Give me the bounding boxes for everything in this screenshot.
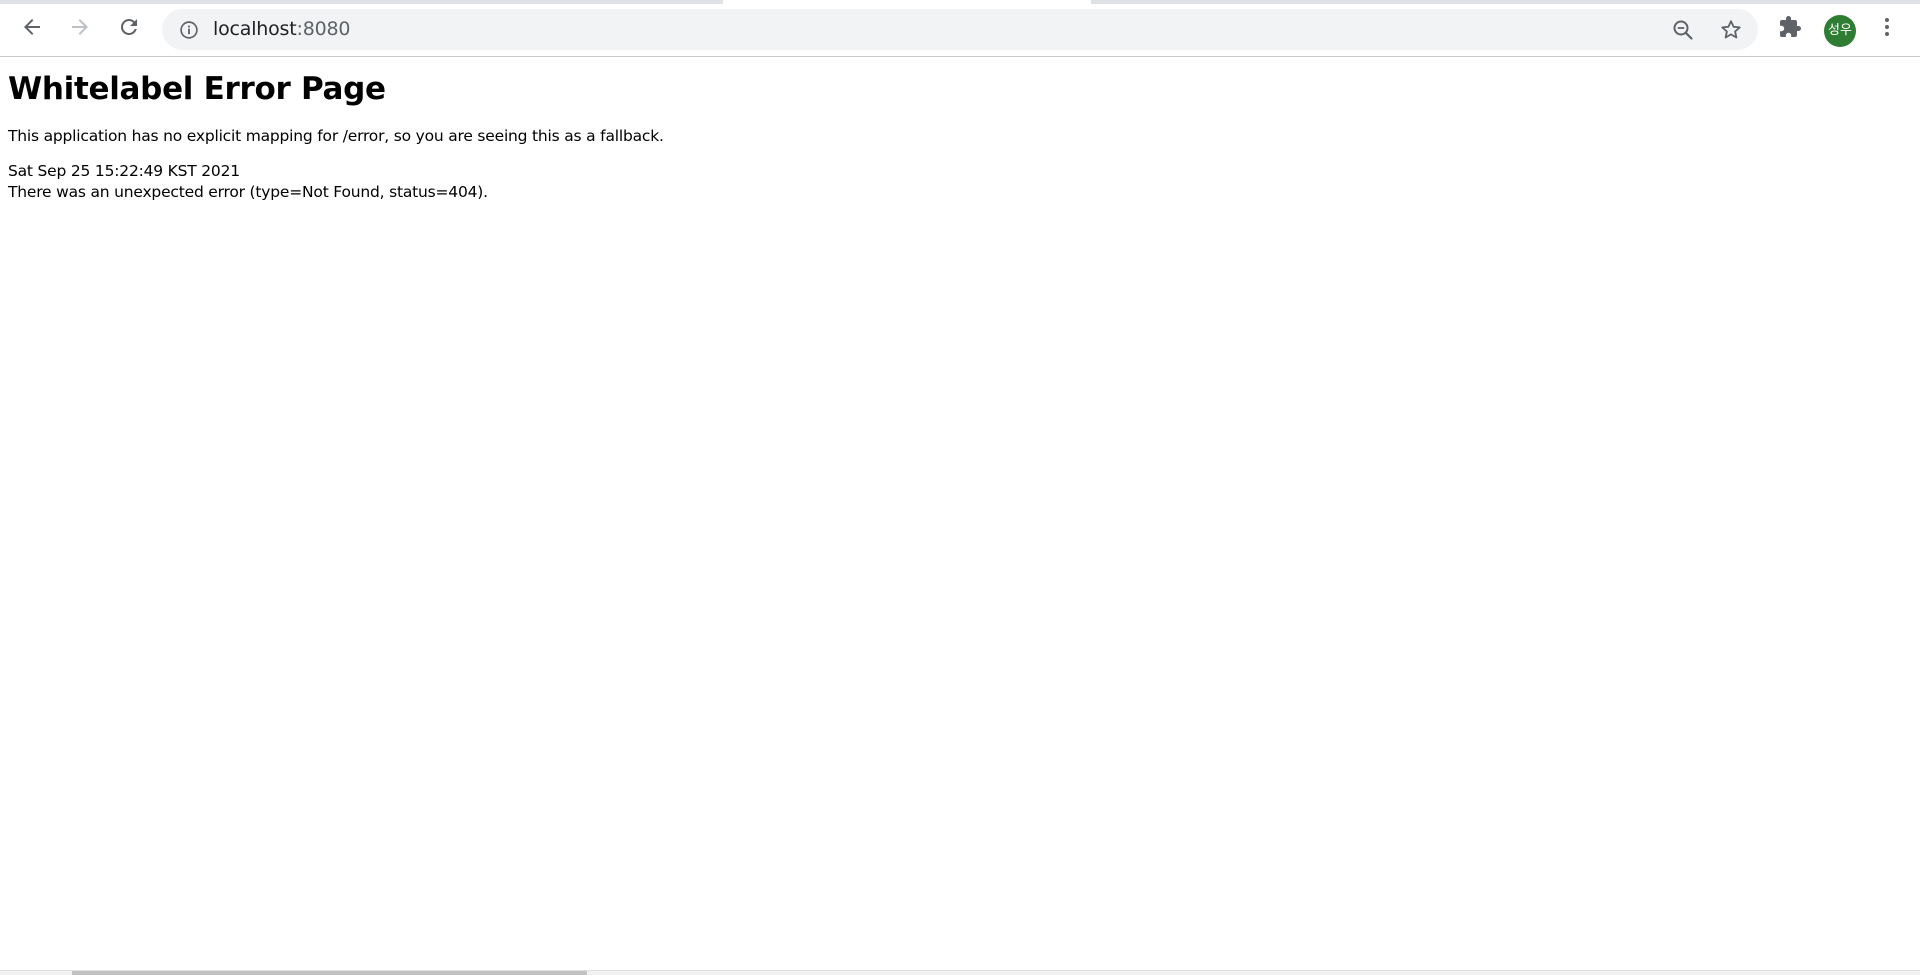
three-dots-vertical-icon — [1885, 18, 1889, 36]
error-status-message: There was an unexpected error (type=Not … — [8, 183, 488, 201]
extensions-button[interactable] — [1772, 9, 1808, 45]
reload-button[interactable] — [111, 9, 147, 45]
error-details: Sat Sep 25 15:22:49 KST 2021 There was a… — [8, 161, 1912, 203]
forward-button[interactable] — [62, 9, 98, 45]
browser-toolbar: localhost:8080 성우 — [0, 4, 1920, 57]
arrow-right-icon — [72, 19, 88, 35]
horizontal-scrollbar[interactable] — [0, 970, 1920, 975]
info-circle-icon[interactable] — [178, 19, 200, 41]
reload-icon — [120, 18, 137, 35]
page-content: Whitelabel Error Page This application h… — [8, 58, 1912, 203]
profile-avatar[interactable]: 성우 — [1824, 15, 1856, 47]
arrow-left-icon — [24, 19, 40, 35]
zoom-out-icon[interactable] — [1671, 18, 1695, 42]
fallback-message: This application has no explicit mapping… — [8, 127, 664, 145]
browser-menu-button[interactable] — [1869, 9, 1905, 45]
url-host: localhost — [213, 18, 297, 40]
puzzle-piece-icon — [1780, 16, 1801, 37]
url-port: :8080 — [296, 18, 351, 40]
address-bar[interactable]: localhost:8080 — [162, 9, 1758, 50]
url-text[interactable]: localhost:8080 — [213, 9, 350, 50]
scrollbar-thumb[interactable] — [72, 971, 587, 975]
back-button[interactable] — [14, 9, 50, 45]
star-icon[interactable] — [1719, 18, 1743, 42]
error-timestamp: Sat Sep 25 15:22:49 KST 2021 — [8, 162, 240, 180]
page-title: Whitelabel Error Page — [8, 71, 386, 107]
